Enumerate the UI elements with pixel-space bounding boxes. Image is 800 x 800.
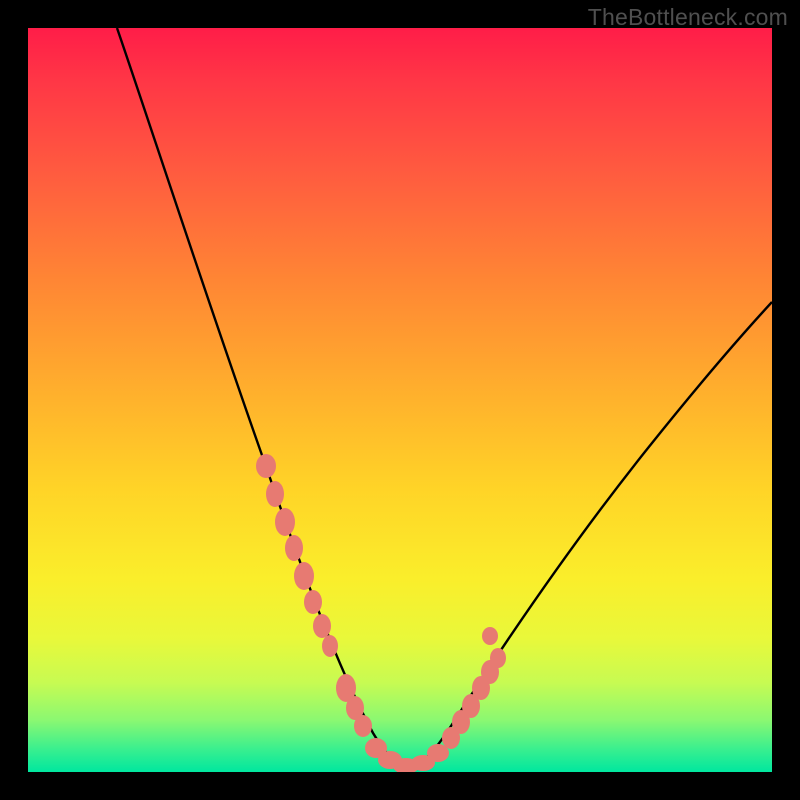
bottleneck-curve	[117, 28, 772, 768]
chart-frame: TheBottleneck.com	[0, 0, 800, 800]
bottleneck-curve-svg	[28, 28, 772, 772]
watermark-text: TheBottleneck.com	[588, 4, 788, 31]
marker-group	[256, 454, 506, 772]
plot-area	[28, 28, 772, 772]
